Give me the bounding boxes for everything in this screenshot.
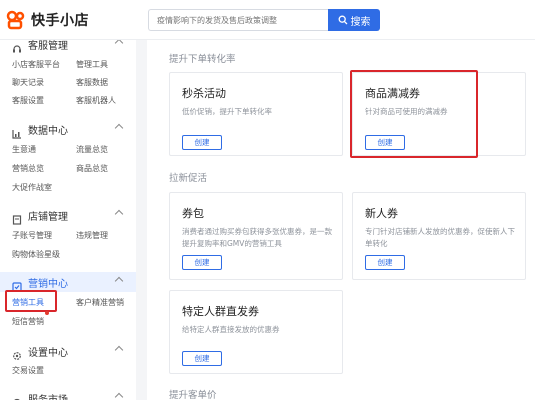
sidebar: 客服管理 小店客服平台 管理工具 聊天记录 客服数据 客服设置 客服机器人 数据… xyxy=(0,40,136,400)
card-title: 秒杀活动 xyxy=(182,87,226,100)
chart-icon xyxy=(12,124,22,139)
sidebar-section-header[interactable]: 设置中心 xyxy=(0,342,136,360)
main-content: 提升下单转化率 秒杀活动 低价促销，提升下单转化率 创建 商品满减券 针对商品可… xyxy=(147,40,535,400)
search-input[interactable] xyxy=(148,9,328,31)
sidebar-item-manage-tools[interactable]: 管理工具 xyxy=(76,59,108,70)
top-header: 快手小店 搜索 xyxy=(0,0,535,40)
sidebar-item-precision-marketing[interactable]: 客户精准营销 xyxy=(76,297,124,308)
sidebar-item-traffic-overview[interactable]: 流量总览 xyxy=(76,144,108,155)
card-new-customer-coupon[interactable]: 新人券 专门针对店铺新人发放的优惠券，促使新人下单转化 创建 xyxy=(352,192,526,280)
search-button[interactable]: 搜索 xyxy=(328,9,380,31)
logo[interactable]: 快手小店 xyxy=(6,10,89,30)
sidebar-item-chat-records[interactable]: 聊天记录 xyxy=(12,77,44,88)
highlight-box-marketing-tools xyxy=(5,290,57,312)
sidebar-section-title: 服务市场 xyxy=(28,394,68,400)
sidebar-item-store-cs-platform[interactable]: 小店客服平台 xyxy=(12,59,60,70)
notification-dot xyxy=(45,311,49,315)
sidebar-section-header[interactable]: 店铺管理 xyxy=(0,206,136,225)
kuaishou-logo-icon xyxy=(6,10,26,30)
create-button[interactable]: 创建 xyxy=(365,255,405,270)
sidebar-section-title: 数据中心 xyxy=(28,125,68,137)
create-button[interactable]: 创建 xyxy=(182,351,222,366)
sidebar-item-marketing-overview[interactable]: 营销总览 xyxy=(12,163,44,174)
headset-icon xyxy=(12,40,22,53)
sidebar-item-war-room[interactable]: 大促作战室 xyxy=(12,182,52,193)
sidebar-item-cs-data[interactable]: 客服数据 xyxy=(76,77,108,88)
create-button[interactable]: 创建 xyxy=(182,255,222,270)
sidebar-section-title: 营销中心 xyxy=(28,278,68,290)
sidebar-item-cs-settings[interactable]: 客服设置 xyxy=(12,95,44,106)
card-targeted-coupon[interactable]: 特定人群直发券 给特定人群直接发放的优惠券 创建 xyxy=(169,290,343,374)
sidebar-section-header[interactable]: 数据中心 xyxy=(0,120,136,139)
card-description: 低价促销，提升下单转化率 xyxy=(182,107,272,116)
group-title-order-value: 提升客单价 xyxy=(169,390,217,400)
card-description: 消费者通过购买券包获得多张优惠券，是一款提升复购率和GMV的营销工具 xyxy=(182,227,332,248)
chevron-up-icon xyxy=(114,123,124,133)
create-button[interactable]: 创建 xyxy=(182,135,222,150)
sidebar-item-sub-accounts[interactable]: 子账号管理 xyxy=(12,230,52,241)
sidebar-item-shopping-experience[interactable]: 购物体验星级 xyxy=(12,249,60,260)
group-title-conversion: 提升下单转化率 xyxy=(169,54,236,65)
sidebar-item-violations[interactable]: 违规管理 xyxy=(76,230,108,241)
card-title: 特定人群直发券 xyxy=(182,305,259,318)
sidebar-item-sms-marketing[interactable]: 短信营销 xyxy=(12,316,44,327)
logo-text: 快手小店 xyxy=(31,13,89,29)
store-icon xyxy=(12,210,22,225)
gear-icon xyxy=(12,346,22,360)
group-title-acquisition: 拉新促活 xyxy=(169,173,208,184)
chevron-up-icon xyxy=(114,40,124,48)
sidebar-section-title: 设置中心 xyxy=(28,347,68,359)
chevron-up-icon xyxy=(114,209,124,219)
chevron-up-icon xyxy=(114,276,124,286)
card-title: 新人券 xyxy=(365,207,398,220)
card-description: 给特定人群直接发放的优惠券 xyxy=(182,325,280,334)
card-coupon-pack[interactable]: 券包 消费者通过购买券包获得多张优惠券，是一款提升复购率和GMV的营销工具 创建 xyxy=(169,192,343,280)
card-description: 专门针对店铺新人发放的优惠券，促使新人下单转化 xyxy=(365,227,515,248)
sidebar-item-cs-robot[interactable]: 客服机器人 xyxy=(76,95,116,106)
sidebar-section-header[interactable]: 营销中心 xyxy=(0,273,136,292)
sidebar-item-trade-settings[interactable]: 交易设置 xyxy=(12,365,44,376)
sidebar-item-product-overview[interactable]: 商品总览 xyxy=(76,163,108,174)
service-icon xyxy=(12,393,22,400)
chevron-up-icon xyxy=(114,345,124,355)
search-button-label: 搜索 xyxy=(350,16,371,28)
highlight-box-full-reduction-coupon xyxy=(350,70,478,158)
marketing-icon xyxy=(12,277,22,292)
card-flash-sale[interactable]: 秒杀活动 低价促销，提升下单转化率 创建 xyxy=(169,72,343,156)
sidebar-section-header[interactable]: 服务市场 xyxy=(0,389,136,400)
chevron-up-icon xyxy=(114,392,124,400)
search-icon xyxy=(338,15,347,25)
card-title: 券包 xyxy=(182,207,204,220)
sidebar-section-header[interactable]: 客服管理 xyxy=(0,40,136,53)
sidebar-item-shengyitong[interactable]: 生意通 xyxy=(12,144,36,155)
sidebar-section-title: 店铺管理 xyxy=(28,211,68,223)
sidebar-section-title: 客服管理 xyxy=(28,40,68,52)
